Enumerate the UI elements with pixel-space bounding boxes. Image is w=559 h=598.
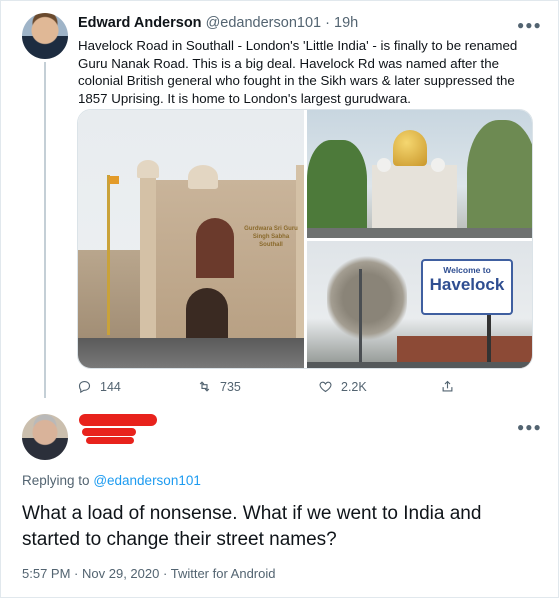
like-action[interactable]: 2.2K (318, 379, 367, 394)
havelock-sign-photo[interactable]: Welcome to Havelock (307, 241, 532, 368)
flag-pole (107, 175, 110, 335)
reply-count: 144 (100, 379, 121, 394)
meta-separator: · (162, 566, 168, 581)
gurdwara-photo[interactable]: Gurdwara Sri Guru Singh Sabha Southall (78, 110, 304, 368)
retweet-count: 735 (220, 379, 241, 394)
share-icon (442, 380, 453, 392)
reply-author-avatar[interactable] (22, 414, 68, 460)
more-icon[interactable]: ●●● (517, 420, 542, 434)
more-icon[interactable]: ●●● (517, 18, 542, 32)
bare-tree (327, 253, 407, 343)
author-name[interactable]: Edward Anderson (78, 15, 202, 31)
golden-dome-photo[interactable] (307, 110, 532, 238)
replying-handle-link[interactable]: @edanderson101 (93, 473, 201, 488)
tweet-header: Edward Anderson @edanderson101 · 19h (78, 15, 358, 31)
tweet-text: Havelock Road in Southall - London's 'Li… (78, 38, 518, 106)
tree (307, 140, 367, 238)
meta-separator: · (74, 566, 79, 581)
media-grid[interactable]: Gurdwara Sri Guru Singh Sabha Southall W… (77, 109, 533, 369)
street-sign: Welcome to Havelock (421, 259, 513, 315)
tower-dome (137, 160, 159, 178)
reply-action[interactable]: 144 (77, 379, 121, 394)
retweet-icon (199, 381, 210, 392)
street-lamp (359, 269, 362, 368)
road (307, 228, 532, 238)
sign-name-text: Havelock (429, 275, 505, 294)
thread-connector (44, 62, 46, 398)
reply-icon (78, 380, 91, 394)
tweet-date[interactable]: Nov 29, 2020 (82, 566, 159, 581)
building-tower (140, 175, 156, 350)
tweet-meta: 5:57 PM · Nov 29, 2020 · Twitter for And… (22, 566, 276, 581)
sign-welcome-text: Welcome to (443, 265, 491, 275)
flag (109, 176, 119, 184)
small-dome (377, 158, 391, 172)
center-dome (188, 165, 218, 189)
tweet-time[interactable]: 5:57 PM (22, 566, 70, 581)
arch-window (196, 218, 234, 278)
redacted-handle (86, 437, 134, 444)
pavement (78, 338, 304, 368)
golden-dome (393, 130, 427, 166)
author-avatar[interactable] (22, 13, 68, 59)
road (307, 362, 532, 368)
replying-prefix: Replying to (22, 473, 90, 488)
like-count: 2.2K (341, 379, 367, 394)
header-separator: · (325, 15, 330, 31)
tweet-age[interactable]: 19h (334, 15, 358, 31)
replying-to: Replying to @edanderson101 (22, 473, 201, 488)
share-action[interactable] (440, 379, 455, 394)
heart-icon (319, 381, 332, 393)
sign-post (487, 315, 491, 368)
building-tower (296, 165, 304, 340)
retweet-action[interactable]: 735 (197, 379, 241, 394)
redacted-handle (82, 428, 136, 436)
redacted-name (79, 414, 157, 426)
small-dome (431, 158, 445, 172)
tree (467, 120, 532, 238)
author-handle[interactable]: @edanderson101 (206, 15, 322, 31)
reply-text: What a load of nonsense. What if we went… (22, 503, 482, 550)
building-sign-text: Gurdwara Sri Guru Singh Sabha Southall (244, 226, 298, 248)
tweet-client[interactable]: Twitter for Android (171, 566, 276, 581)
